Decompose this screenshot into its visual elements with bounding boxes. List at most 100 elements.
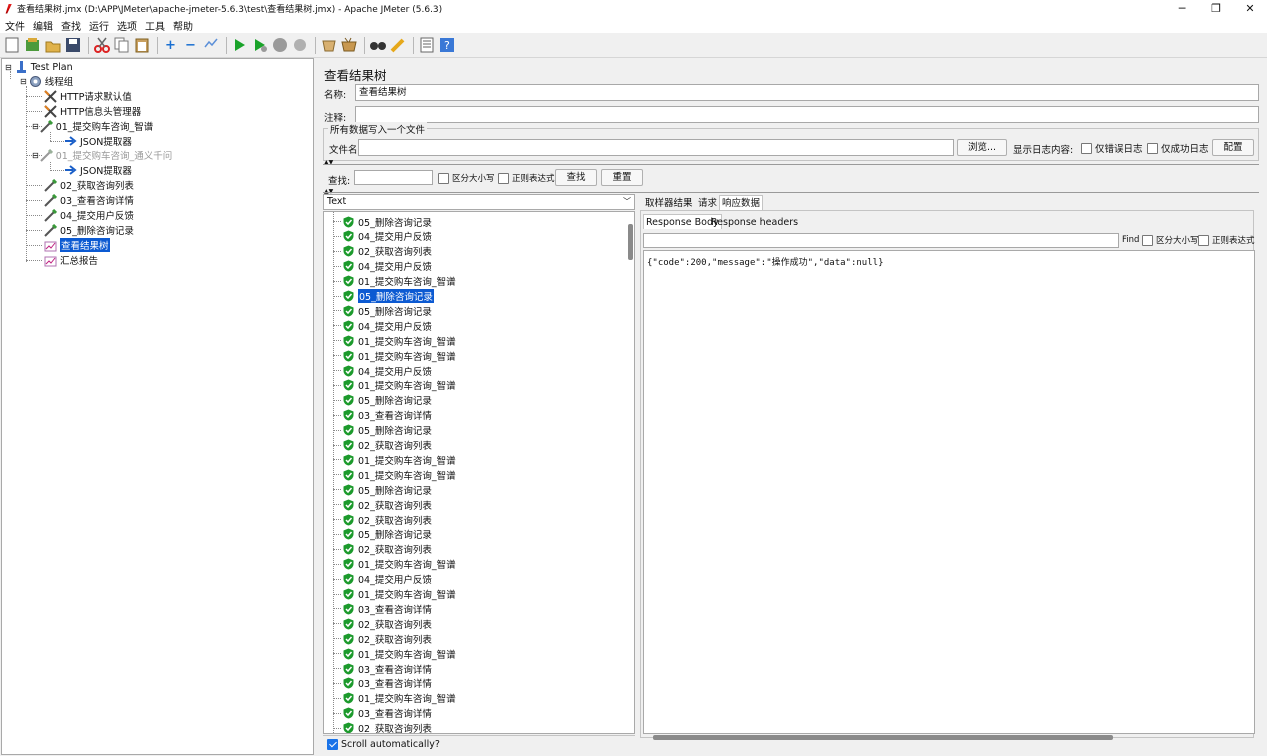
menu-tools[interactable]: 工具 <box>145 18 165 33</box>
copy-icon[interactable] <box>113 37 130 54</box>
menu-search[interactable]: 查找 <box>61 18 81 33</box>
tree-node-json2[interactable]: JSON提取器 <box>64 163 132 177</box>
paste-icon[interactable] <box>133 37 150 54</box>
result-item[interactable]: 05_删除咨询记录 <box>324 303 432 318</box>
result-item[interactable]: 05_删除咨询记录 <box>324 482 432 497</box>
tab-sampler-result[interactable]: 取样器结果 <box>643 196 695 211</box>
regex-checkbox[interactable]: 正则表达式 <box>498 172 555 184</box>
start-no-pause-icon[interactable] <box>251 37 268 54</box>
result-item[interactable]: 03_查看咨询详情 <box>324 706 432 721</box>
browse-button[interactable]: 浏览... <box>957 139 1007 156</box>
result-item[interactable]: 02_获取咨询列表 <box>324 244 432 259</box>
result-item[interactable]: 03_查看咨询详情 <box>324 601 432 616</box>
tree-node-req3[interactable]: 03_查看咨询详情 <box>44 193 134 207</box>
result-item[interactable]: 01_提交购车咨询_智谱 <box>324 557 456 572</box>
search-icon[interactable] <box>369 37 386 54</box>
result-item[interactable]: 04_提交用户反馈 <box>324 363 432 378</box>
reset-button[interactable]: 重置 <box>601 169 643 186</box>
result-item[interactable]: 03_查看咨询详情 <box>324 661 432 676</box>
menu-help[interactable]: 帮助 <box>173 18 193 33</box>
menu-edit[interactable]: 编辑 <box>33 18 53 33</box>
response-regex-checkbox[interactable]: 正则表达式 <box>1198 234 1255 246</box>
result-item[interactable]: 02_获取咨询列表 <box>324 497 432 512</box>
result-item[interactable]: 04_提交用户反馈 <box>324 318 432 333</box>
case-sensitive-checkbox[interactable]: 区分大小写 <box>438 172 495 184</box>
tree-node-header-manager[interactable]: HTTP信息头管理器 <box>44 104 141 118</box>
result-item[interactable]: 03_查看咨询详情 <box>324 408 432 423</box>
minimize-button[interactable]: ─ <box>1165 0 1199 17</box>
collapse-icon[interactable]: − <box>182 37 199 54</box>
list-scrollbar[interactable] <box>628 224 633 260</box>
tree-node-test-plan[interactable]: ⊟ Test Plan <box>5 60 73 74</box>
result-item[interactable]: 01_提交购车咨询_智谱 <box>324 587 456 602</box>
tree-node-json1[interactable]: JSON提取器 <box>64 134 132 148</box>
result-item[interactable]: 05_删除咨询记录 <box>324 423 432 438</box>
tree-node-result-tree[interactable]: 查看结果树 <box>44 238 110 252</box>
help-icon[interactable]: ? <box>438 37 455 54</box>
result-item[interactable]: 01_提交购车咨询_智谱 <box>324 333 456 348</box>
tree-node-summary[interactable]: 汇总报告 <box>44 253 98 267</box>
close-button[interactable]: ✕ <box>1233 0 1267 17</box>
response-hscrollbar[interactable] <box>653 735 1113 740</box>
success-only-checkbox[interactable]: 仅成功日志 <box>1147 141 1209 155</box>
menu-options[interactable]: 选项 <box>117 18 137 33</box>
errors-only-checkbox[interactable]: 仅错误日志 <box>1081 141 1143 155</box>
menu-file[interactable]: 文件 <box>5 18 25 33</box>
comment-field[interactable] <box>355 106 1259 123</box>
result-item[interactable]: 01_提交购车咨询_智谱 <box>324 348 456 363</box>
result-item[interactable]: 03_查看咨询详情 <box>324 676 432 691</box>
result-item[interactable]: 02_获取咨询列表 <box>324 721 432 733</box>
result-item[interactable]: 01_提交购车咨询_智谱 <box>324 274 456 289</box>
configure-button[interactable]: 配置 <box>1212 139 1254 156</box>
menu-run[interactable]: 运行 <box>89 18 109 33</box>
response-body-text[interactable]: {"code":200,"message":"操作成功","data":null… <box>643 250 1255 734</box>
response-case-checkbox[interactable]: 区分大小写 <box>1142 234 1199 246</box>
result-item[interactable]: 01_提交购车咨询_智谱 <box>324 646 456 661</box>
tab-response-headers[interactable]: Response headers <box>709 215 800 230</box>
clear-all-icon[interactable] <box>340 37 357 54</box>
expand-icon[interactable]: + <box>162 37 179 54</box>
result-item[interactable]: 04_提交用户反馈 <box>324 572 432 587</box>
result-item[interactable]: 01_提交购车咨询_智谱 <box>324 691 456 706</box>
templates-icon[interactable] <box>24 37 41 54</box>
result-item[interactable]: 02_获取咨询列表 <box>324 438 432 453</box>
tab-response-data[interactable]: 响应数据 <box>719 195 764 210</box>
stop-icon[interactable] <box>271 37 288 54</box>
result-item[interactable]: 01_提交购车咨询_智谱 <box>324 467 456 482</box>
result-item[interactable]: 02_获取咨询列表 <box>324 512 432 527</box>
result-item[interactable]: 01_提交购车咨询_智谱 <box>324 378 456 393</box>
result-item[interactable]: 04_提交用户反馈 <box>324 229 432 244</box>
result-item[interactable]: 02_获取咨询列表 <box>324 631 432 646</box>
tree-node-req4[interactable]: 04_提交用户反馈 <box>44 208 134 222</box>
start-icon[interactable] <box>231 37 248 54</box>
open-icon[interactable] <box>44 37 61 54</box>
result-item[interactable]: 02_获取咨询列表 <box>324 542 432 557</box>
result-item[interactable]: 05_删除咨询记录 <box>324 527 432 542</box>
restore-button[interactable]: ❐ <box>1199 0 1233 17</box>
cut-icon[interactable] <box>93 37 110 54</box>
name-field[interactable]: 查看结果树 <box>355 84 1259 101</box>
tree-node-req1-disabled[interactable]: ⊟ 01_提交购车咨询_通义千问 <box>32 148 172 162</box>
result-item[interactable]: 02_获取咨询列表 <box>324 616 432 631</box>
new-icon[interactable] <box>4 37 21 54</box>
find-button[interactable]: 查找 <box>555 169 597 186</box>
result-item[interactable]: 01_提交购车咨询_智谱 <box>324 452 456 467</box>
result-item[interactable]: 04_提交用户反馈 <box>324 259 432 274</box>
renderer-select[interactable]: Text ﹀ <box>323 194 635 210</box>
reset-search-icon[interactable] <box>389 37 406 54</box>
toggle-icon[interactable] <box>202 37 219 54</box>
result-item[interactable]: 05_删除咨询记录 <box>324 288 435 304</box>
tree-node-thread-group[interactable]: ⊟ 线程组 <box>20 74 73 88</box>
tab-request[interactable]: 请求 <box>696 196 719 211</box>
tree-node-req2[interactable]: 02_获取咨询列表 <box>44 178 134 192</box>
result-item[interactable]: 05_删除咨询记录 <box>324 393 432 408</box>
clear-icon[interactable] <box>320 37 337 54</box>
save-icon[interactable] <box>64 37 81 54</box>
shutdown-icon[interactable] <box>291 37 308 54</box>
function-helper-icon[interactable] <box>418 37 435 54</box>
search-input[interactable] <box>354 170 433 185</box>
result-item[interactable]: 05_删除咨询记录 <box>324 214 432 229</box>
tree-node-http-defaults[interactable]: HTTP请求默认值 <box>44 89 132 103</box>
tree-node-req1[interactable]: ⊟ 01_提交购车咨询_智谱 <box>32 119 153 133</box>
scroll-automatically-checkbox[interactable]: Scroll automatically? <box>327 739 440 750</box>
